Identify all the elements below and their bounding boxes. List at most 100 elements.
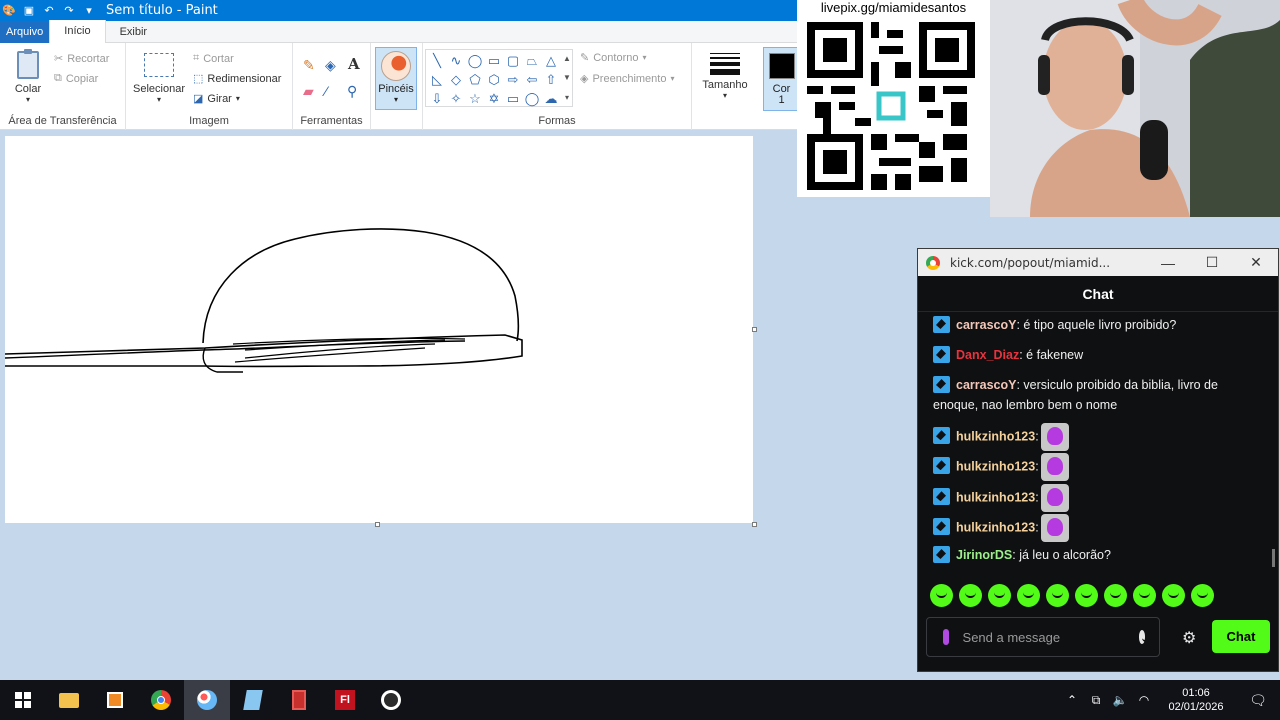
copy-button[interactable]: ⧉ Copiar bbox=[54, 72, 98, 85]
undo-icon[interactable]: ↶ bbox=[42, 4, 56, 18]
triangle-shape-icon[interactable]: △ bbox=[542, 51, 560, 70]
chat-username[interactable]: hulkzinho123 bbox=[956, 490, 1035, 504]
line-shape-icon[interactable]: ╲ bbox=[428, 51, 446, 70]
network-icon[interactable]: ⧉ bbox=[1084, 693, 1108, 708]
emote-icon[interactable] bbox=[1133, 583, 1156, 607]
fill-bucket-icon[interactable]: ◈ bbox=[325, 57, 336, 74]
expand-icon[interactable]: ▾ bbox=[565, 93, 569, 102]
emote-icon[interactable] bbox=[1046, 583, 1069, 607]
media-player-icon[interactable] bbox=[92, 680, 138, 720]
start-button[interactable] bbox=[0, 680, 46, 720]
text-icon[interactable]: A bbox=[348, 55, 360, 73]
calculator-icon[interactable] bbox=[276, 680, 322, 720]
eraser-icon[interactable]: ▰ bbox=[303, 83, 314, 100]
canvas-resize-handle-bottom[interactable] bbox=[375, 522, 380, 527]
rectangle-shape-icon[interactable]: ▭ bbox=[485, 51, 503, 70]
callout-oval-shape-icon[interactable]: ◯ bbox=[523, 89, 541, 108]
tab-home[interactable]: Início bbox=[49, 20, 106, 43]
right-arrow-shape-icon[interactable]: ⇨ bbox=[504, 70, 522, 89]
save-icon[interactable]: ▣ bbox=[22, 4, 36, 18]
chrome-icon[interactable] bbox=[138, 680, 184, 720]
notepad-icon[interactable] bbox=[230, 680, 276, 720]
system-clock[interactable]: 01:06 02/01/2026 bbox=[1156, 686, 1236, 714]
tab-file[interactable]: Arquivo bbox=[0, 20, 50, 43]
fill-button[interactable]: ◈ Preenchimento ▾ bbox=[580, 72, 674, 86]
minimize-icon[interactable]: — bbox=[1146, 255, 1190, 271]
chevron-down-icon[interactable]: ▼ bbox=[563, 73, 571, 82]
down-arrow-shape-icon[interactable]: ⇩ bbox=[428, 89, 446, 108]
volume-icon[interactable]: 🔈 bbox=[1108, 693, 1132, 707]
flash-icon[interactable]: Fl bbox=[322, 680, 368, 720]
emote-icon[interactable] bbox=[1104, 583, 1127, 607]
emote-icon[interactable] bbox=[988, 583, 1011, 607]
curve-shape-icon[interactable]: ∿ bbox=[447, 51, 465, 70]
right-triangle-shape-icon[interactable]: ◺ bbox=[428, 70, 446, 89]
emoji-picker-icon[interactable] bbox=[1138, 630, 1151, 644]
chat-username[interactable]: carrascoY bbox=[956, 318, 1016, 332]
select-button[interactable]: Selecionar ▾ bbox=[131, 53, 187, 104]
chat-username[interactable]: hulkzinho123 bbox=[956, 429, 1035, 443]
paste-button[interactable]: Colar ▾ bbox=[8, 49, 48, 104]
tab-view[interactable]: Exibir bbox=[106, 21, 162, 43]
canvas-resize-handle-right[interactable] bbox=[752, 327, 757, 332]
four-point-star-shape-icon[interactable]: ✧ bbox=[447, 89, 465, 108]
file-explorer-icon[interactable] bbox=[46, 680, 92, 720]
wifi-icon[interactable]: ◠ bbox=[1132, 693, 1156, 707]
paint-titlebar: 🎨 ▣ ↶ ↷ ▾ Sem título - Paint bbox=[0, 0, 800, 21]
paint-app-icon[interactable]: 🎨 bbox=[2, 4, 16, 18]
chat-username[interactable]: carrascoY bbox=[956, 378, 1016, 392]
notification-center-icon[interactable]: 🗨 bbox=[1236, 692, 1280, 709]
left-arrow-shape-icon[interactable]: ⇦ bbox=[523, 70, 541, 89]
chat-message-input[interactable] bbox=[962, 629, 1139, 645]
chat-username[interactable]: hulkzinho123 bbox=[956, 459, 1035, 473]
cloud-callout-shape-icon[interactable]: ☁ bbox=[542, 89, 560, 108]
emote-icon[interactable] bbox=[1017, 583, 1040, 607]
pencil-icon[interactable]: ✎ bbox=[303, 57, 315, 74]
gear-icon[interactable]: ⚙ bbox=[1182, 628, 1196, 648]
chevron-up-icon[interactable]: ▲ bbox=[563, 54, 571, 63]
close-icon[interactable]: ✕ bbox=[1234, 254, 1278, 271]
emote-icon[interactable] bbox=[1162, 583, 1185, 607]
emote-icon[interactable] bbox=[959, 583, 982, 607]
rotate-button[interactable]: ◪ Girar ▾ bbox=[193, 92, 240, 106]
chat-username[interactable]: Danx_Diaz bbox=[956, 348, 1019, 362]
rounded-rectangle-shape-icon[interactable]: ▢ bbox=[504, 51, 522, 70]
six-point-star-shape-icon[interactable]: ✡ bbox=[485, 89, 503, 108]
chevron-up-icon[interactable]: ⌃ bbox=[1060, 693, 1084, 707]
chat-scrollbar[interactable] bbox=[1272, 549, 1275, 567]
maximize-icon[interactable]: ☐ bbox=[1190, 254, 1234, 271]
callout-rect-shape-icon[interactable]: ▭ bbox=[504, 89, 522, 108]
chat-username[interactable]: hulkzinho123 bbox=[956, 520, 1035, 534]
five-point-star-shape-icon[interactable]: ☆ bbox=[466, 89, 484, 108]
oval-shape-icon[interactable]: ◯ bbox=[466, 51, 484, 70]
send-chat-button[interactable]: Chat bbox=[1212, 620, 1270, 653]
canvas-resize-handle-corner[interactable] bbox=[752, 522, 757, 527]
color-picker-icon[interactable]: ⁄ bbox=[325, 83, 327, 99]
emote-icon[interactable] bbox=[930, 583, 953, 607]
paint-icon[interactable] bbox=[184, 680, 230, 720]
outline-button[interactable]: ✎ Contorno ▾ bbox=[580, 51, 647, 65]
microphone-icon[interactable] bbox=[943, 629, 949, 645]
size-button[interactable]: Tamanho ▾ bbox=[697, 47, 753, 100]
color1-button[interactable]: Cor 1 bbox=[763, 47, 800, 111]
chat-username[interactable]: JirinorDS bbox=[956, 548, 1012, 562]
shapes-scroll[interactable]: ▲ ▼ ▾ bbox=[561, 49, 573, 107]
hexagon-shape-icon[interactable]: ⬡ bbox=[485, 70, 503, 89]
up-arrow-shape-icon[interactable]: ⇧ bbox=[542, 70, 560, 89]
cut-button[interactable]: ✂ Recortar bbox=[54, 52, 109, 66]
emote-icon[interactable] bbox=[1191, 583, 1214, 607]
magnifier-icon[interactable]: ⚲ bbox=[347, 83, 357, 100]
customize-dropdown-icon[interactable]: ▾ bbox=[82, 4, 96, 18]
obs-icon[interactable] bbox=[368, 680, 414, 720]
diamond-shape-icon[interactable]: ◇ bbox=[447, 70, 465, 89]
crop-button[interactable]: ⌗ Cortar bbox=[193, 52, 234, 65]
redo-icon[interactable]: ↷ bbox=[62, 4, 76, 18]
resize-button[interactable]: ⬚ Redimensionar bbox=[193, 72, 281, 86]
polygon-shape-icon[interactable]: ⏢ bbox=[523, 51, 541, 70]
drawing-canvas[interactable] bbox=[4, 136, 753, 523]
brushes-button[interactable]: Pincéis ▾ bbox=[375, 47, 417, 110]
windows-logo-icon bbox=[15, 692, 31, 708]
chrome-favicon-icon bbox=[926, 255, 940, 270]
emote-icon[interactable] bbox=[1075, 583, 1098, 607]
pentagon-shape-icon[interactable]: ⬠ bbox=[466, 70, 484, 89]
